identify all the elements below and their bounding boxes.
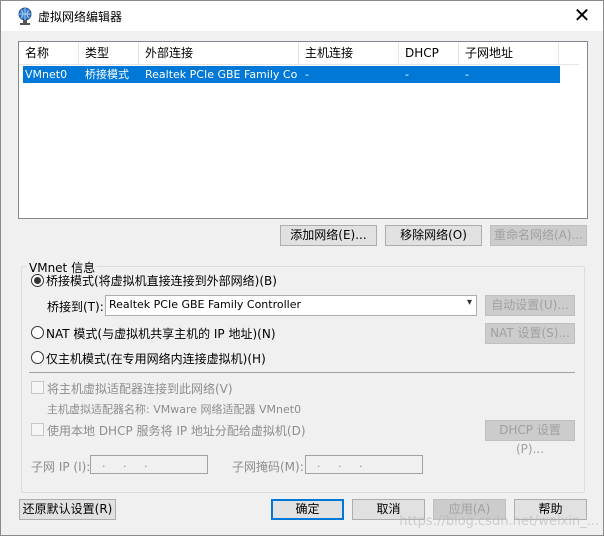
chevron-down-icon: ▾ bbox=[466, 297, 472, 308]
nat-settings-button[interactable]: NAT 设置(S)... bbox=[485, 323, 575, 344]
restore-defaults-button[interactable]: 还原默认设置(R) bbox=[19, 499, 116, 520]
close-icon[interactable]: ✕ bbox=[571, 4, 593, 26]
use-dhcp-checkbox[interactable] bbox=[31, 423, 44, 436]
nat-mode-radio[interactable] bbox=[31, 326, 44, 339]
network-globe-icon bbox=[18, 7, 32, 25]
column-header-host[interactable]: 主机连接 bbox=[299, 42, 399, 64]
column-header-name[interactable]: 名称 bbox=[19, 42, 79, 64]
subnet-mask-value: . . . bbox=[310, 457, 370, 470]
host-only-mode-radio[interactable] bbox=[31, 351, 44, 364]
cell-type: 桥接模式 bbox=[85, 68, 129, 81]
connect-host-adapter-checkbox[interactable] bbox=[31, 381, 44, 394]
subnet-ip-input[interactable]: . . . bbox=[90, 455, 208, 474]
column-header-subnet[interactable]: 子网地址 bbox=[459, 42, 559, 64]
network-list[interactable]: 名称 类型 外部连接 主机连接 DHCP 子网地址 VMnet0 桥接模式 Re… bbox=[18, 41, 588, 219]
column-header-external[interactable]: 外部连接 bbox=[139, 42, 299, 64]
subnet-mask-input[interactable]: . . . bbox=[305, 455, 423, 474]
bridged-mode-label[interactable]: 桥接模式(将虚拟机直接连接到外部网络)(B) bbox=[46, 272, 277, 289]
add-network-button[interactable]: 添加网络(E)... bbox=[280, 225, 377, 246]
cell-dhcp: - bbox=[405, 68, 409, 81]
rename-network-button[interactable]: 重命名网络(A)... bbox=[490, 225, 587, 246]
cell-name: VMnet0 bbox=[25, 68, 68, 81]
table-row[interactable]: VMnet0 桥接模式 Realtek PCIe GBE Family Co..… bbox=[23, 66, 560, 83]
auto-settings-button[interactable]: 自动设置(U)... bbox=[485, 295, 575, 316]
connect-host-adapter-label[interactable]: 将主机虚拟适配器连接到此网络(V) bbox=[47, 380, 233, 397]
cell-host: - bbox=[305, 68, 309, 81]
ok-button[interactable]: 确定 bbox=[271, 499, 344, 520]
nat-mode-label[interactable]: NAT 模式(与虚拟机共享主机的 IP 地址)(N) bbox=[46, 325, 276, 342]
host-only-mode-label[interactable]: 仅主机模式(在专用网络内连接虚拟机)(H) bbox=[46, 350, 266, 367]
column-header-dhcp[interactable]: DHCP bbox=[399, 42, 459, 64]
title-bar: 虚拟网络编辑器 ✕ bbox=[1, 1, 603, 31]
virtual-network-editor-window: 虚拟网络编辑器 ✕ 名称 类型 外部连接 主机连接 DHCP 子网地址 VMne… bbox=[0, 0, 604, 536]
watermark: https://blog.csdn.net/weixin_... bbox=[399, 514, 599, 529]
bridged-mode-radio[interactable] bbox=[31, 274, 44, 287]
use-dhcp-label[interactable]: 使用本地 DHCP 服务将 IP 地址分配给虚拟机(D) bbox=[47, 422, 306, 439]
subnet-ip-value: . . . bbox=[95, 457, 155, 470]
remove-network-button[interactable]: 移除网络(O) bbox=[385, 225, 482, 246]
window-title: 虚拟网络编辑器 bbox=[38, 10, 123, 24]
cell-subnet: - bbox=[465, 68, 469, 81]
bridged-to-label: 桥接到(T): bbox=[47, 300, 104, 314]
separator bbox=[29, 372, 575, 373]
host-adapter-name: 主机虚拟适配器名称: VMware 网络适配器 VMnet0 bbox=[47, 403, 302, 416]
cell-external: Realtek PCIe GBE Family Co... bbox=[145, 68, 297, 81]
bridged-to-value: Realtek PCIe GBE Family Controller bbox=[109, 298, 302, 311]
bridged-to-select[interactable]: Realtek PCIe GBE Family Controller ▾ bbox=[105, 295, 477, 316]
dhcp-settings-button[interactable]: DHCP 设置(P)... bbox=[485, 420, 575, 456]
subnet-mask-label: 子网掩码(M): bbox=[232, 460, 304, 474]
column-header-type[interactable]: 类型 bbox=[79, 42, 139, 64]
list-header: 名称 类型 外部连接 主机连接 DHCP 子网地址 bbox=[19, 42, 579, 65]
subnet-ip-label: 子网 IP (I): bbox=[31, 460, 91, 474]
